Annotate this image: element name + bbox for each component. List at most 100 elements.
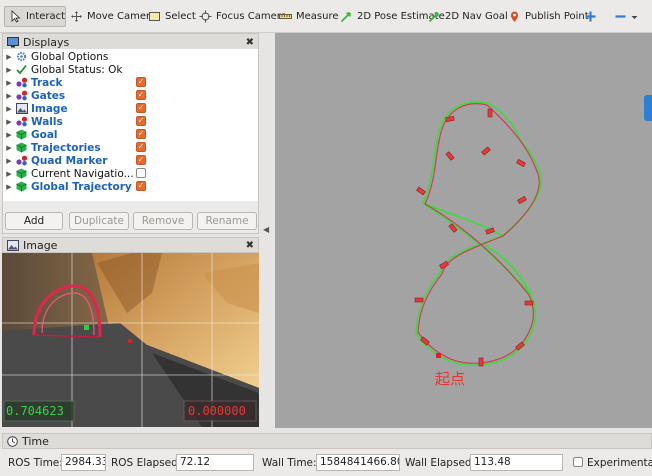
ros-elapsed-label: ROS Elapsed: <box>111 457 182 469</box>
display-item[interactable]: ▶ Global Status: Ok <box>3 63 258 76</box>
expand-arrow-icon[interactable]: ▶ <box>3 131 15 139</box>
marker-icon <box>15 77 28 88</box>
camera-image-view[interactable]: 0.704623 0.000000 <box>2 253 259 427</box>
move-camera-label: Move Camera <box>87 11 157 22</box>
add-tool-button[interactable] <box>584 6 597 27</box>
select-tool-button[interactable]: Select <box>148 6 196 27</box>
display-item-label: Image <box>31 102 68 115</box>
display-item[interactable]: ▶ Global Options <box>3 50 258 63</box>
cube-icon <box>15 181 28 192</box>
crosshair-icon <box>199 10 212 23</box>
display-item[interactable]: ▶ Track ✓ <box>3 76 258 89</box>
experimental-label: Experimental <box>587 457 652 469</box>
green-arrow-icon <box>428 12 439 23</box>
expand-arrow-icon[interactable]: ▶ <box>3 79 15 87</box>
display-item[interactable]: ▶ Trajectories ✓ <box>3 141 258 154</box>
display-item[interactable]: ▶ Current Navigatio... <box>3 167 258 180</box>
check-icon <box>15 64 28 75</box>
display-item-label: Walls <box>31 115 63 128</box>
display-item-label: Global Trajectory <box>31 180 132 193</box>
expand-arrow-icon[interactable]: ▶ <box>3 92 15 100</box>
ros-elapsed-field[interactable]: 72.12 <box>176 454 254 471</box>
expand-arrow-icon[interactable]: ▶ <box>3 144 15 152</box>
publish-point-label: Publish Point <box>525 11 589 22</box>
nav-goal-tool-button[interactable]: 2D Nav Goal <box>428 6 508 27</box>
expand-arrow-icon[interactable]: ▶ <box>3 157 15 165</box>
3d-render-view[interactable]: 起点 <box>275 33 652 428</box>
enabled-checkbox[interactable]: ✓ <box>136 90 146 100</box>
image-panel-header: Image ✖ <box>2 237 259 253</box>
remove-tool-dropdown[interactable] <box>614 6 638 27</box>
wall-elapsed-field[interactable]: 113.48 <box>470 454 563 471</box>
clock-icon <box>7 435 18 447</box>
display-item-label: Global Options <box>31 50 109 63</box>
enabled-checkbox[interactable]: ✓ <box>136 77 146 87</box>
expand-arrow-icon[interactable]: ▶ <box>3 170 15 178</box>
display-item[interactable]: ▶ Global Trajectory ✓ <box>3 180 258 193</box>
ros-time-label: ROS Time: <box>8 457 63 469</box>
map-pin-icon <box>511 11 518 22</box>
enabled-checkbox[interactable]: ✓ <box>136 155 146 165</box>
ros-time-field[interactable]: 2984.33 <box>61 454 106 471</box>
displays-button-bar: Add Duplicate Remove Rename <box>2 201 259 234</box>
expand-arrow-icon[interactable]: ▶ <box>3 183 15 191</box>
green-arrow-icon <box>340 12 351 23</box>
close-icon[interactable]: ✖ <box>246 37 254 48</box>
enabled-checkbox[interactable]: ✓ <box>136 142 146 152</box>
display-item[interactable]: ▶ Walls ✓ <box>3 115 258 128</box>
interact-tool-label: Interact <box>26 11 66 22</box>
focus-camera-label: Focus Camera <box>216 11 287 22</box>
view-side-tab[interactable] <box>644 95 652 121</box>
close-icon[interactable]: ✖ <box>246 240 254 251</box>
display-item[interactable]: ▶ Goal ✓ <box>3 128 258 141</box>
wall-time-field[interactable]: 1584841466.80 <box>316 454 400 471</box>
display-item-label: Global Status: Ok <box>31 63 123 76</box>
camera-image <box>2 253 259 427</box>
add-display-button[interactable]: Add <box>5 212 63 230</box>
move-camera-tool-button[interactable]: Move Camera <box>70 6 156 27</box>
expand-arrow-icon[interactable]: ▶ <box>3 105 15 113</box>
image-left-value: 0.704623 <box>6 404 64 418</box>
expand-arrow-icon[interactable]: ▶ <box>3 118 15 126</box>
image-icon <box>15 103 28 114</box>
focus-camera-tool-button[interactable]: Focus Camera <box>199 6 287 27</box>
main-toolbar: Interact Move Camera Select Focus Camera… <box>0 0 652 33</box>
panel-collapse-arrow-icon[interactable]: ◀ <box>263 225 269 234</box>
enabled-checkbox[interactable]: ✓ <box>136 181 146 191</box>
publish-point-tool-button[interactable]: Publish Point <box>508 6 589 27</box>
monitor-icon <box>7 36 19 47</box>
interact-tool-button[interactable]: Interact <box>4 6 66 27</box>
marker-icon <box>15 155 28 166</box>
display-item[interactable]: ▶ Quad Marker ✓ <box>3 154 258 167</box>
image-panel-title: Image <box>23 238 58 252</box>
enabled-checkbox[interactable]: ✓ <box>136 129 146 139</box>
wall-time-label: Wall Time: <box>262 457 317 469</box>
plus-icon <box>585 11 596 22</box>
measure-tool-button[interactable]: Measure <box>279 6 339 27</box>
display-item[interactable]: ▶ Gates ✓ <box>3 89 258 102</box>
enabled-checkbox[interactable] <box>136 168 146 178</box>
move-arrows-icon <box>71 11 82 22</box>
pointer-icon <box>11 10 21 23</box>
rename-display-button[interactable]: Rename <box>197 212 257 230</box>
duplicate-display-button[interactable]: Duplicate <box>69 212 129 230</box>
cube-icon <box>15 168 28 179</box>
gear-icon <box>15 51 28 62</box>
display-item[interactable]: ▶ Image ✓ <box>3 102 258 115</box>
time-panel-header: Time <box>2 433 652 449</box>
displays-tree: ▶ Global Options ▶ Global Status: Ok ▶ T… <box>2 49 259 201</box>
displays-panel-title: Displays <box>23 35 70 49</box>
expand-arrow-icon[interactable]: ▶ <box>3 66 15 74</box>
marker-icon <box>15 90 28 101</box>
nav-goal-label: 2D Nav Goal <box>445 11 508 22</box>
remove-display-button[interactable]: Remove <box>133 212 193 230</box>
enabled-checkbox[interactable]: ✓ <box>136 103 146 113</box>
display-item-label: Gates <box>31 89 66 102</box>
time-panel-title: Time <box>22 434 49 448</box>
experimental-checkbox[interactable] <box>573 457 583 467</box>
expand-arrow-icon[interactable]: ▶ <box>3 53 15 61</box>
image-icon <box>7 239 19 251</box>
enabled-checkbox[interactable]: ✓ <box>136 116 146 126</box>
display-item-label: Trajectories <box>31 141 101 154</box>
time-bar: ROS Time: 2984.33 ROS Elapsed: 72.12 Wal… <box>0 449 652 476</box>
